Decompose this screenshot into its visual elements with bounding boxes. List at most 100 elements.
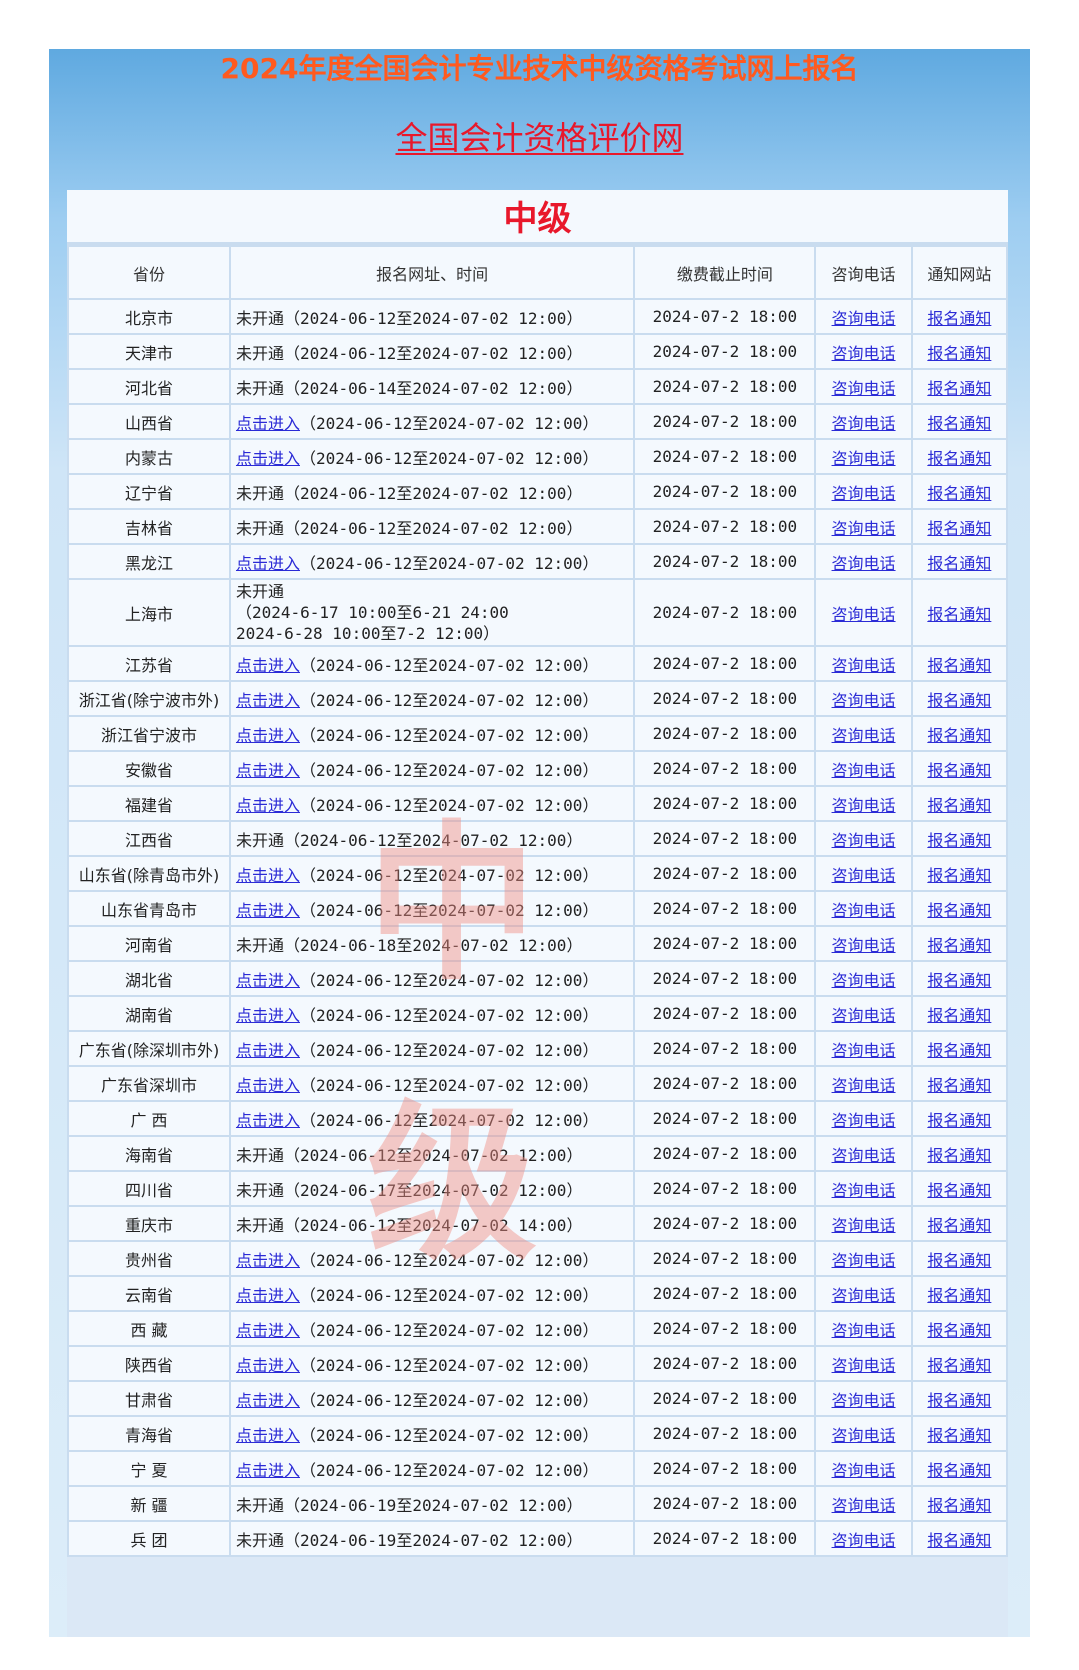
consult-phone-link[interactable]: 咨询电话 (832, 309, 896, 328)
enter-registration-link[interactable]: 点击进入 (236, 449, 300, 468)
registration-notice-link[interactable]: 报名通知 (927, 726, 991, 745)
consult-phone-link[interactable]: 咨询电话 (832, 1321, 896, 1340)
enter-registration-link[interactable]: 点击进入 (236, 971, 300, 990)
enter-registration-link[interactable]: 点击进入 (236, 1041, 300, 1060)
consult-phone-link[interactable]: 咨询电话 (832, 796, 896, 815)
registration-notice-link[interactable]: 报名通知 (927, 761, 991, 780)
enter-registration-link[interactable]: 点击进入 (236, 1251, 300, 1270)
registration-notice-link[interactable]: 报名通知 (927, 1041, 991, 1060)
province-cell: 陕西省 (67, 1345, 231, 1382)
registration-notice-link[interactable]: 报名通知 (927, 1321, 991, 1340)
consult-phone-link[interactable]: 咨询电话 (832, 1356, 896, 1375)
consult-phone-link[interactable]: 咨询电话 (832, 1531, 896, 1550)
registration-notice-link[interactable]: 报名通知 (927, 1216, 991, 1235)
registration-notice-link[interactable]: 报名通知 (927, 1531, 991, 1550)
registration-notice-link[interactable]: 报名通知 (927, 971, 991, 990)
enter-registration-link[interactable]: 点击进入 (236, 726, 300, 745)
registration-notice-link[interactable]: 报名通知 (927, 1146, 991, 1165)
consult-phone-link[interactable]: 咨询电话 (832, 379, 896, 398)
consult-phone-link[interactable]: 咨询电话 (832, 1496, 896, 1515)
registration-notice-link[interactable]: 报名通知 (927, 1426, 991, 1445)
consult-phone-link[interactable]: 咨询电话 (832, 866, 896, 885)
consult-phone-link[interactable]: 咨询电话 (832, 1006, 896, 1025)
enter-registration-link[interactable]: 点击进入 (236, 1006, 300, 1025)
registration-notice-link[interactable]: 报名通知 (927, 1356, 991, 1375)
enter-registration-link[interactable]: 点击进入 (236, 691, 300, 710)
enter-registration-link[interactable]: 点击进入 (236, 901, 300, 920)
consult-phone-link[interactable]: 咨询电话 (832, 1461, 896, 1480)
enter-registration-link[interactable]: 点击进入 (236, 554, 300, 573)
payment-deadline-cell: 2024-07-2 18:00 (633, 855, 817, 892)
registration-notice-link[interactable]: 报名通知 (927, 831, 991, 850)
registration-notice-link[interactable]: 报名通知 (927, 1006, 991, 1025)
registration-notice-link[interactable]: 报名通知 (927, 519, 991, 538)
table-row: 上海市 未开通 （2024-6-17 10:00至6-21 24:00 2024-6-… (67, 578, 1008, 647)
enter-registration-link[interactable]: 点击进入 (236, 414, 300, 433)
enter-registration-link[interactable]: 点击进入 (236, 1391, 300, 1410)
consult-phone-link[interactable]: 咨询电话 (832, 1041, 896, 1060)
registration-notice-link[interactable]: 报名通知 (927, 414, 991, 433)
registration-notice-link[interactable]: 报名通知 (927, 936, 991, 955)
consult-phone-link[interactable]: 咨询电话 (832, 831, 896, 850)
consult-phone-link[interactable]: 咨询电话 (832, 519, 896, 538)
enter-registration-link[interactable]: 点击进入 (236, 866, 300, 885)
enter-registration-link[interactable]: 点击进入 (236, 1076, 300, 1095)
consult-phone-link[interactable]: 咨询电话 (832, 1391, 896, 1410)
registration-notice-link[interactable]: 报名通知 (927, 1251, 991, 1270)
consult-phone-link[interactable]: 咨询电话 (832, 901, 896, 920)
enter-registration-link[interactable]: 点击进入 (236, 1461, 300, 1480)
consult-phone-link[interactable]: 咨询电话 (832, 1181, 896, 1200)
registration-notice-link[interactable]: 报名通知 (927, 379, 991, 398)
registration-notice-link[interactable]: 报名通知 (927, 691, 991, 710)
registration-notice-link[interactable]: 报名通知 (927, 1076, 991, 1095)
consult-phone-link[interactable]: 咨询电话 (832, 449, 896, 468)
consult-phone-link[interactable]: 咨询电话 (832, 554, 896, 573)
consult-phone-link[interactable]: 咨询电话 (832, 1251, 896, 1270)
registration-notice-link[interactable]: 报名通知 (927, 866, 991, 885)
registration-notice-link[interactable]: 报名通知 (927, 1391, 991, 1410)
consult-phone-link[interactable]: 咨询电话 (832, 936, 896, 955)
consult-phone-link[interactable]: 咨询电话 (832, 761, 896, 780)
accounting-evaluation-site-link[interactable]: 全国会计资格评价网 (395, 119, 683, 157)
registration-notice-link[interactable]: 报名通知 (927, 1181, 991, 1200)
registration-notice-link[interactable]: 报名通知 (927, 796, 991, 815)
table-row: 浙江省(除宁波市外) 点击进入（2024-06-12至2024-07-02 12:… (67, 680, 1008, 717)
enter-registration-link[interactable]: 点击进入 (236, 1426, 300, 1445)
registration-notice-link[interactable]: 报名通知 (927, 344, 991, 363)
registration-notice-link[interactable]: 报名通知 (927, 554, 991, 573)
consult-phone-link[interactable]: 咨询电话 (832, 691, 896, 710)
consult-phone-link[interactable]: 咨询电话 (832, 1286, 896, 1305)
registration-notice-link[interactable]: 报名通知 (927, 656, 991, 675)
phone-cell: 咨询电话 (814, 333, 913, 370)
consult-phone-link[interactable]: 咨询电话 (832, 971, 896, 990)
registration-notice-link[interactable]: 报名通知 (927, 1111, 991, 1130)
registration-notice-link[interactable]: 报名通知 (927, 901, 991, 920)
enter-registration-link[interactable]: 点击进入 (236, 1356, 300, 1375)
registration-notice-link[interactable]: 报名通知 (927, 309, 991, 328)
consult-phone-link[interactable]: 咨询电话 (832, 484, 896, 503)
registration-notice-link[interactable]: 报名通知 (927, 1461, 991, 1480)
consult-phone-link[interactable]: 咨询电话 (832, 1216, 896, 1235)
enter-registration-link[interactable]: 点击进入 (236, 761, 300, 780)
consult-phone-link[interactable]: 咨询电话 (832, 1146, 896, 1165)
notice-cell: 报名通知 (910, 578, 1008, 647)
consult-phone-link[interactable]: 咨询电话 (832, 726, 896, 745)
consult-phone-link[interactable]: 咨询电话 (832, 1426, 896, 1445)
enter-registration-link[interactable]: 点击进入 (236, 796, 300, 815)
enter-registration-link[interactable]: 点击进入 (236, 656, 300, 675)
enter-registration-link[interactable]: 点击进入 (236, 1321, 300, 1340)
enter-registration-link[interactable]: 点击进入 (236, 1111, 300, 1130)
consult-phone-link[interactable]: 咨询电话 (832, 414, 896, 433)
phone-cell: 咨询电话 (814, 368, 913, 405)
registration-notice-link[interactable]: 报名通知 (927, 605, 991, 624)
consult-phone-link[interactable]: 咨询电话 (832, 344, 896, 363)
consult-phone-link[interactable]: 咨询电话 (832, 1111, 896, 1130)
consult-phone-link[interactable]: 咨询电话 (832, 1076, 896, 1095)
registration-notice-link[interactable]: 报名通知 (927, 1496, 991, 1515)
enter-registration-link[interactable]: 点击进入 (236, 1286, 300, 1305)
consult-phone-link[interactable]: 咨询电话 (832, 656, 896, 675)
registration-notice-link[interactable]: 报名通知 (927, 1286, 991, 1305)
consult-phone-link[interactable]: 咨询电话 (832, 605, 896, 624)
registration-notice-link[interactable]: 报名通知 (927, 484, 991, 503)
registration-notice-link[interactable]: 报名通知 (927, 449, 991, 468)
